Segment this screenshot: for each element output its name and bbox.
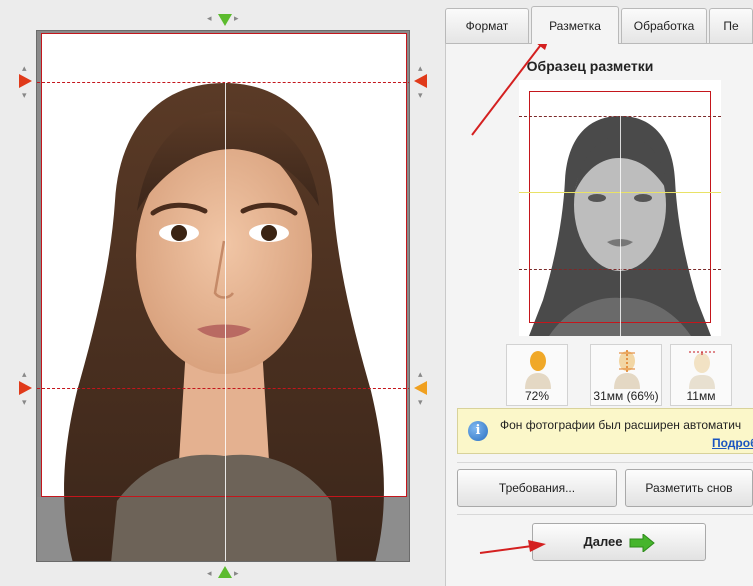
metric-value: 31мм (66%)	[593, 389, 659, 403]
details-link[interactable]: Подроб	[712, 436, 753, 450]
arrow-down-small-icon: ▾	[418, 90, 423, 100]
metric-head-ratio: 72%	[506, 344, 568, 406]
arrow-right-small-icon: ▸	[234, 13, 239, 23]
left-top-guide-handle[interactable]	[19, 74, 32, 88]
info-text: Фон фотографии был расширен автоматич	[500, 418, 742, 432]
next-button[interactable]: Далее	[532, 523, 706, 561]
arrow-down-small-icon: ▾	[418, 397, 423, 407]
right-chin-guide-handle[interactable]	[414, 381, 427, 395]
right-top-guide-handle[interactable]	[414, 74, 427, 88]
info-icon: i	[468, 421, 488, 441]
tab-processing[interactable]: Обработка	[621, 8, 707, 44]
center-guide[interactable]	[225, 81, 226, 561]
face-height-icon	[614, 350, 640, 389]
settings-panel: Формат Разметка Обработка Пе Образец раз…	[445, 0, 753, 586]
sample-markup-image	[519, 80, 721, 336]
head-ratio-icon	[525, 351, 551, 389]
top-margin-icon	[689, 351, 715, 389]
crop-rectangle[interactable]	[41, 33, 407, 497]
tab-print[interactable]: Пе	[709, 8, 753, 44]
arrow-up-small-icon: ▴	[22, 369, 27, 379]
arrow-right-small-icon: ▸	[234, 568, 239, 578]
sample-center-guide	[620, 116, 621, 336]
chin-guide[interactable]	[37, 388, 409, 389]
divider	[457, 462, 753, 463]
metric-face-height: 31мм (66%)	[590, 344, 662, 406]
tab-bar: Формат Разметка Обработка Пе	[445, 6, 753, 44]
arrow-up-small-icon: ▴	[22, 63, 27, 73]
arrow-right-icon	[629, 533, 655, 552]
arrow-down-small-icon: ▾	[22, 397, 27, 407]
left-chin-guide-handle[interactable]	[19, 381, 32, 395]
arrow-up-small-icon: ▴	[418, 63, 423, 73]
next-button-label: Далее	[583, 534, 623, 549]
tab-markup[interactable]: Разметка	[531, 6, 619, 44]
info-notice: i Фон фотографии был расширен автоматич …	[457, 408, 753, 454]
arrow-left-small-icon: ◂	[207, 13, 212, 23]
mark-again-button[interactable]: Разметить снов	[625, 469, 753, 507]
metric-value: 11мм	[686, 389, 716, 403]
photo-canvas[interactable]	[36, 30, 410, 562]
requirements-button[interactable]: Требования...	[457, 469, 617, 507]
arrow-up-small-icon: ▴	[418, 369, 423, 379]
arrow-down-small-icon: ▾	[22, 90, 27, 100]
tab-format[interactable]: Формат	[445, 8, 529, 44]
top-head-guide[interactable]	[37, 82, 409, 83]
divider	[457, 514, 753, 515]
sample-title: Образец разметки	[526, 58, 654, 74]
photo-editor: ◂ ▸ ▴ ▾ ▴ ▾ ▴ ▾ ▴ ▾ ◂ ▸	[0, 0, 445, 586]
metric-value: 72%	[524, 389, 550, 403]
top-guide-handle[interactable]	[218, 14, 232, 26]
arrow-left-small-icon: ◂	[207, 568, 212, 578]
bottom-guide-handle[interactable]	[218, 566, 232, 578]
metric-top-margin: 11мм	[670, 344, 732, 406]
